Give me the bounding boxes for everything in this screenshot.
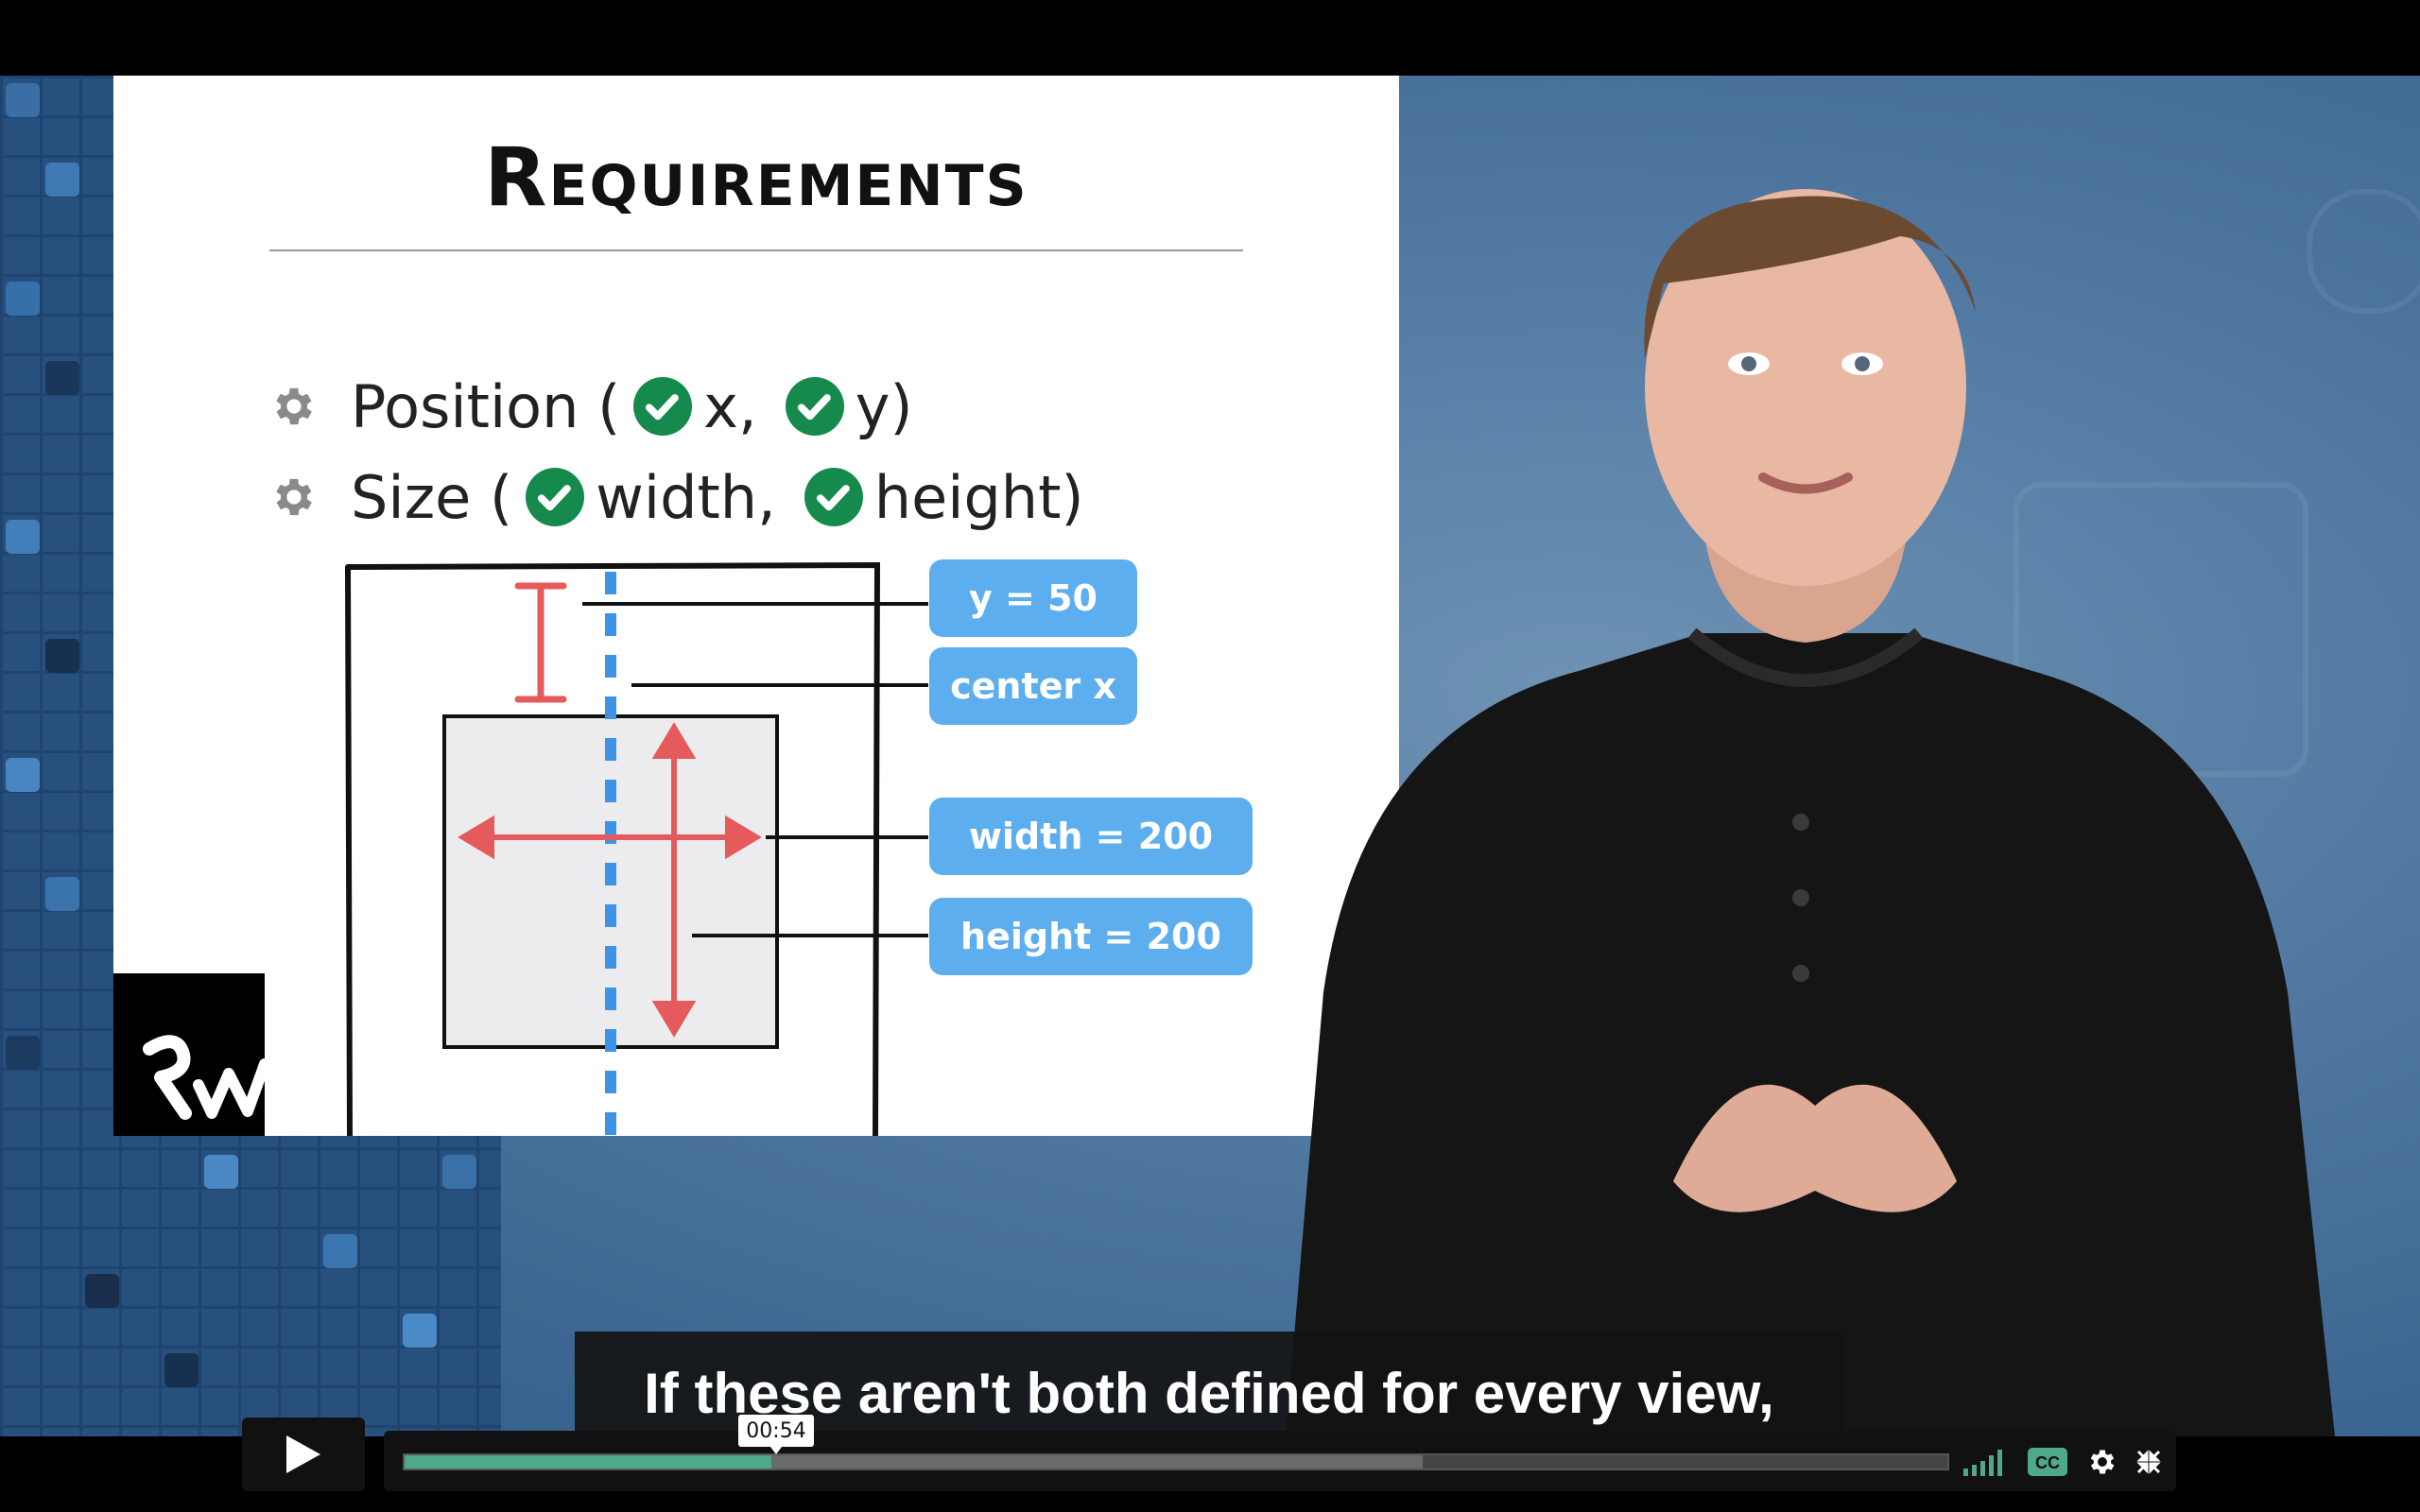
mosaic-tile [6,520,40,554]
svg-text:CC: CC [2035,1453,2060,1472]
mosaic-tile [6,282,40,316]
video-stage[interactable]: Requirements Position ( x, y) Size ( wid… [0,76,2420,1436]
settings-icon [2090,1450,2115,1474]
mosaic-tile [6,758,40,792]
constraints-diagram [345,561,928,1136]
top-spacing-marker [514,582,567,703]
current-time-tooltip: 00:54 [738,1415,814,1454]
label-y: y = 50 [929,559,1137,637]
settings-button[interactable] [2083,1443,2121,1481]
mosaic-tile [45,877,79,911]
progress-bar[interactable] [403,1453,1949,1470]
mosaic-tile [442,1155,476,1189]
volume-button[interactable] [1962,1443,2008,1481]
presenter-video [1286,189,2335,1436]
mosaic-tile [403,1314,437,1348]
mosaic-tile [164,1353,199,1387]
mosaic-tile [45,639,79,673]
play-button[interactable] [242,1418,365,1491]
mosaic-tile [6,1036,40,1070]
mosaic-tile [45,361,79,395]
exit-fullscreen-button[interactable] [2133,1443,2165,1481]
play-icon [286,1435,320,1473]
volume-icon [1963,1450,2002,1476]
mosaic-tile [45,163,79,197]
mosaic-tile [85,1274,119,1308]
cc-icon: CC [2028,1448,2067,1476]
mosaic-tile [323,1234,357,1268]
label-width: width = 200 [929,798,1253,875]
mosaic-tile [204,1155,238,1189]
label-height: height = 200 [929,898,1253,975]
fullscreen-exit-icon [2136,1450,2161,1474]
mosaic-tile [6,83,40,117]
control-bar [384,1431,2176,1491]
captions-button[interactable]: CC [2027,1443,2068,1481]
presentation-slide: Requirements Position ( x, y) Size ( wid… [113,76,1399,1136]
played-progress [405,1455,771,1469]
raywenderlich-logo [113,973,265,1136]
presenter-shirt [1286,633,2335,1436]
label-center-x: center x [929,647,1137,725]
